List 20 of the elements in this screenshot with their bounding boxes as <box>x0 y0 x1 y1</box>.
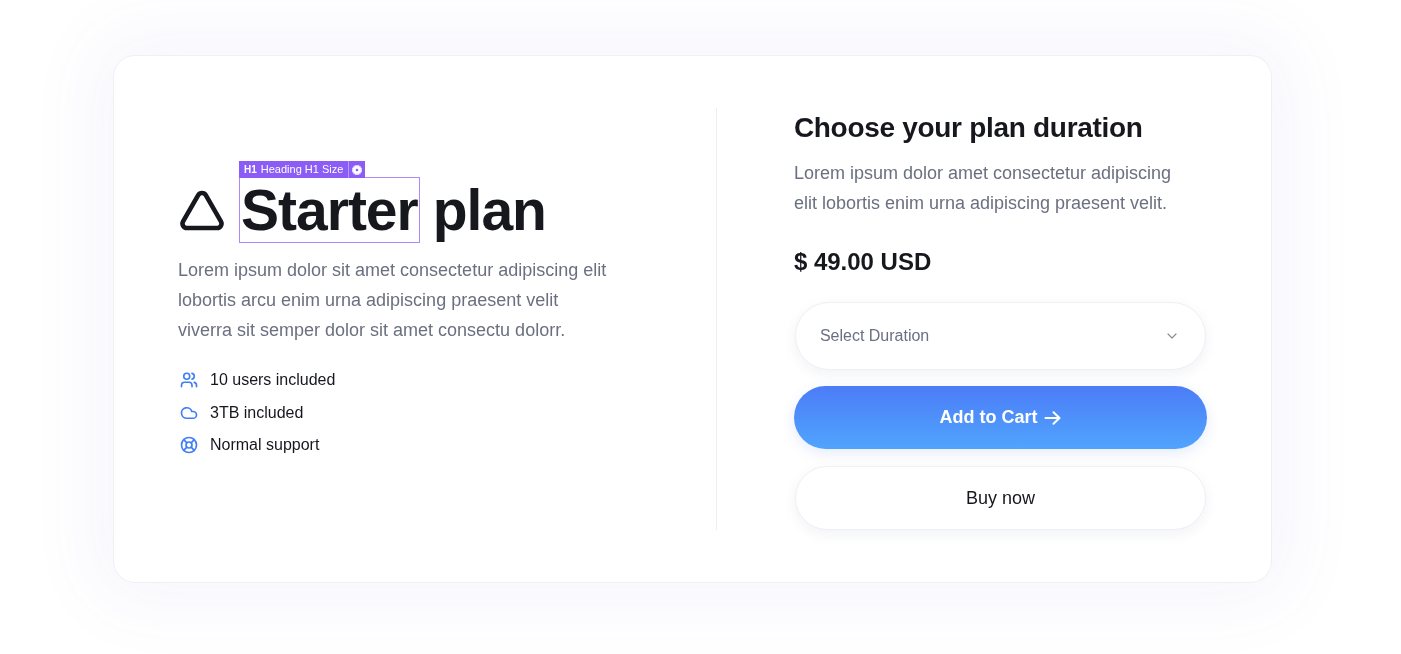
tag-label: H1 <box>243 163 258 177</box>
badge-label: Heading H1 Size <box>260 162 345 177</box>
selected-heading-word: Starter <box>240 178 419 242</box>
feature-text: Normal support <box>210 435 320 455</box>
feature-text: 3TB included <box>210 402 304 423</box>
plan-description: Lorem ipsum dolor sit amet consectetur adipiscing elit lobortis arcu enim urna adipiscing praesent velit viverra sit semper dolor sit amet consectu dolorr. <box>178 259 608 342</box>
lifebuoy-icon <box>180 436 198 454</box>
arrow-right-icon <box>1044 410 1062 425</box>
duration-select[interactable]: Select Duration <box>794 302 1206 370</box>
triangle-icon <box>178 189 226 231</box>
checkout-description: Lorem ipsum dolor amet consectetur adipiscing elit lobortis enim urna adipiscing praesent velit. <box>793 162 1173 215</box>
heading-word: plan <box>431 178 547 242</box>
buy-now-button[interactable]: Buy now <box>794 466 1206 530</box>
add-to-cart-button[interactable]: Add to Cart <box>793 386 1207 449</box>
settings-icon <box>352 164 363 175</box>
users-icon <box>180 371 198 389</box>
checkout-title: Choose your plan duration <box>793 111 1144 145</box>
chevron-down-icon <box>1167 333 1177 339</box>
feature-text: 10 users included <box>210 370 336 390</box>
price-text: $ 49.00 USD <box>793 247 933 277</box>
